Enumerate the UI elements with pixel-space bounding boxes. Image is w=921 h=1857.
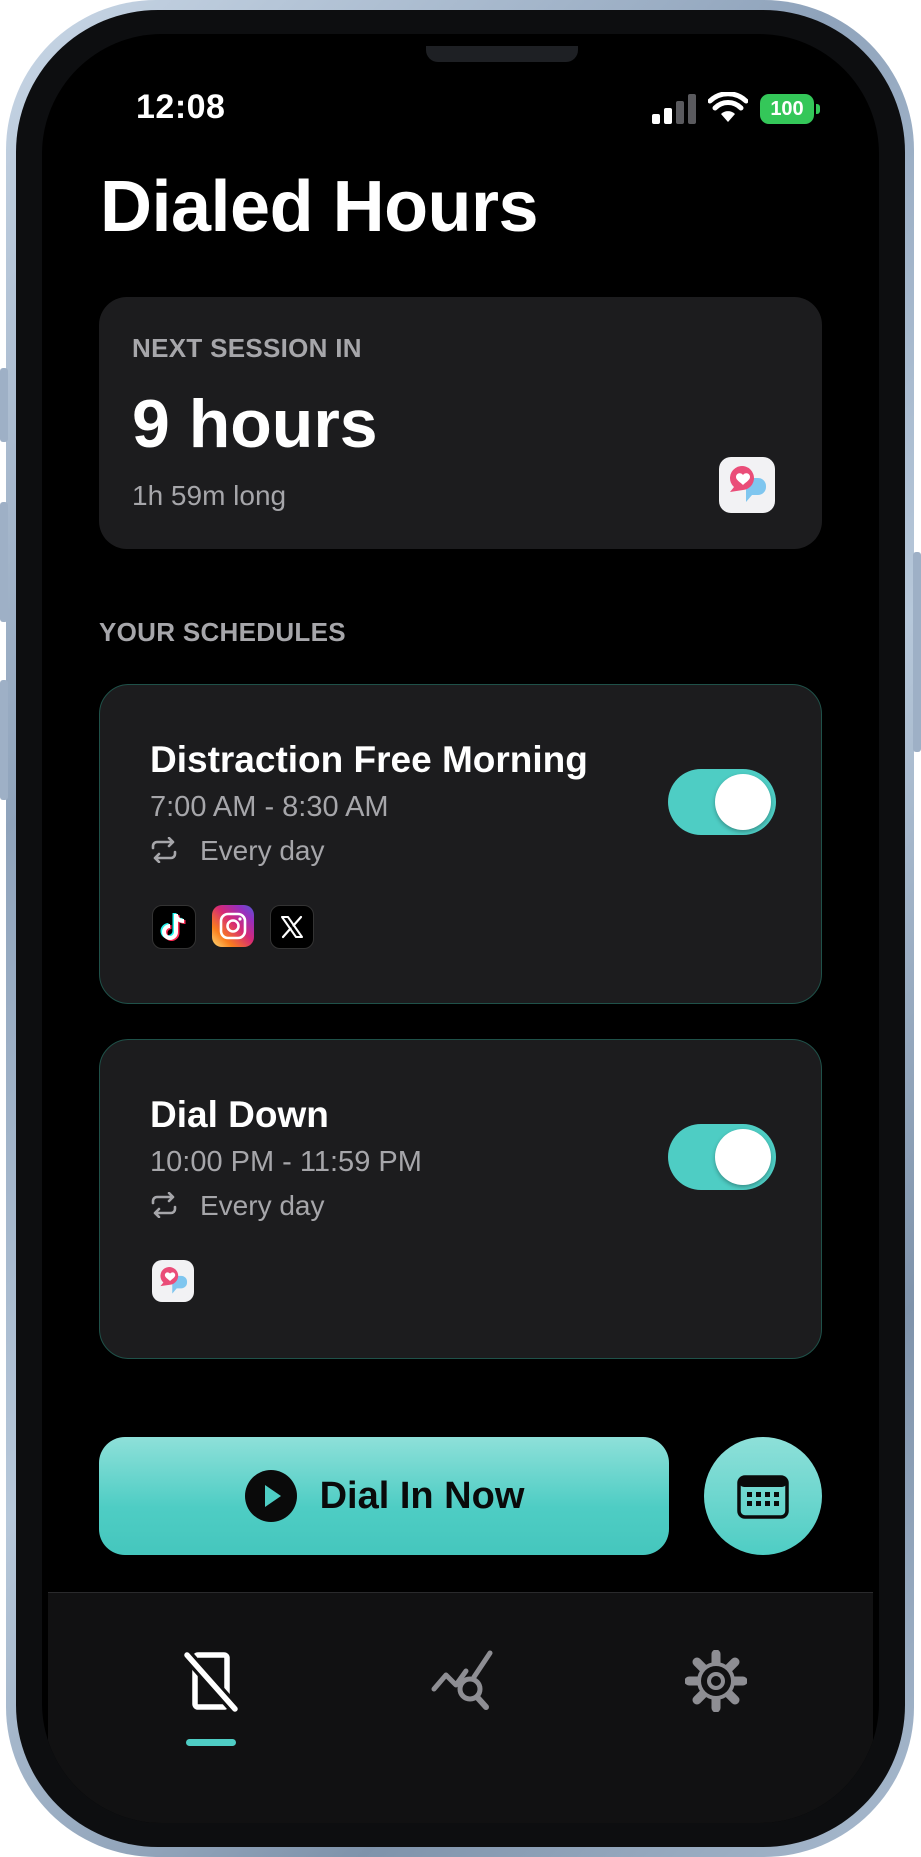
page-title: Dialed Hours (100, 167, 539, 247)
repeat-icon (151, 837, 177, 863)
volume-up-button (0, 502, 8, 622)
blocked-apps (152, 1260, 194, 1302)
schedule-toggle[interactable] (668, 769, 776, 835)
play-icon (244, 1470, 297, 1522)
schedule-title: Dial Down (150, 1094, 329, 1135)
tab-bar (48, 1592, 873, 1823)
schedule-toggle[interactable] (668, 1124, 776, 1190)
volume-down-button (0, 680, 8, 800)
toggle-knob (715, 1129, 771, 1185)
next-session-duration: 1h 59m long (132, 480, 287, 511)
schedule-time: 7:00 AM - 8:30 AM (150, 791, 389, 823)
tab-settings[interactable] (676, 1641, 756, 1721)
wifi-icon (708, 92, 748, 122)
tab-insights[interactable] (424, 1641, 504, 1721)
schedule-card[interactable]: Dial Down 10:00 PM - 11:59 PM Every day (99, 1039, 822, 1359)
schedule-time: 10:00 PM - 11:59 PM (150, 1146, 422, 1178)
toggle-knob (715, 774, 771, 830)
schedule-card[interactable]: Distraction Free Morning 7:00 AM - 8:30 … (99, 684, 822, 1004)
calendar-icon (737, 1475, 789, 1519)
chat-heart-app-icon (719, 457, 775, 513)
schedule-repeat: Every day (200, 1190, 325, 1221)
battery-indicator: 100 (760, 94, 814, 124)
earpiece-speaker (426, 46, 578, 62)
active-tab-indicator (186, 1739, 236, 1746)
next-session-label: NEXT SESSION IN (132, 333, 362, 363)
x-icon (270, 905, 314, 949)
tab-sessions[interactable] (171, 1641, 251, 1721)
status-time: 12:08 (136, 88, 226, 126)
cellular-signal-icon (652, 94, 696, 124)
gear-icon (685, 1650, 747, 1712)
schedule-repeat: Every day (200, 835, 325, 866)
phone-off-icon (182, 1651, 240, 1713)
next-session-card[interactable]: NEXT SESSION IN 9 hours 1h 59m long (99, 297, 822, 549)
calendar-button[interactable] (704, 1437, 822, 1555)
dial-in-now-button[interactable]: Dial In Now (99, 1437, 669, 1555)
tiktok-icon (152, 905, 196, 949)
schedule-title: Distraction Free Morning (150, 739, 588, 780)
screen: 12:08 100 Dialed Hours NEXT SESSION IN 9… (42, 34, 879, 1823)
battery-cap (816, 104, 820, 114)
next-session-value: 9 hours (132, 386, 378, 462)
dial-in-now-label: Dial In Now (319, 1474, 525, 1517)
chat-heart-app-icon (152, 1260, 194, 1302)
repeat-icon (151, 1192, 177, 1218)
blocked-apps (152, 905, 314, 949)
chart-search-icon (431, 1650, 493, 1710)
instagram-icon (212, 905, 254, 947)
power-button (913, 552, 921, 752)
action-button (0, 368, 8, 442)
schedules-section-label: YOUR SCHEDULES (99, 617, 346, 647)
